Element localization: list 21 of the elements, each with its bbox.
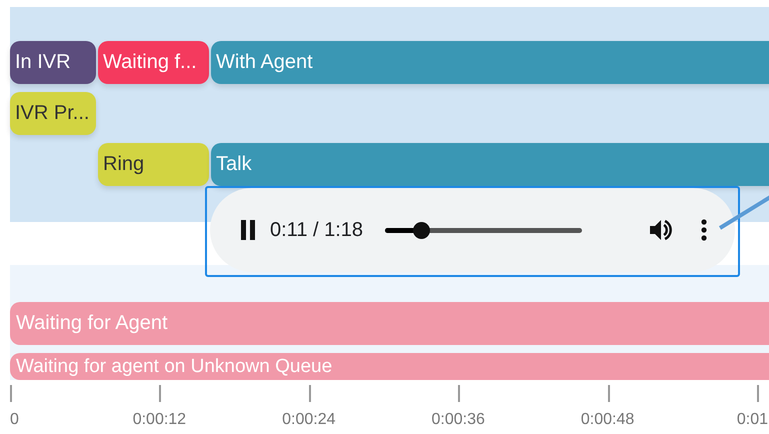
timeline-segment[interactable]: IVR Pr...: [10, 92, 96, 135]
volume-icon[interactable]: [649, 218, 673, 242]
seek-slider[interactable]: [385, 222, 582, 238]
timeline-segment[interactable]: With Agent: [211, 41, 769, 84]
timeline-segment[interactable]: Talk: [211, 143, 769, 186]
axis-label: 0:00:48: [580, 410, 634, 430]
axis-label: 0:00:36: [432, 410, 485, 430]
timeline-segment[interactable]: Waiting for agent on Unknown Queue: [10, 353, 769, 380]
axis-label: 0: [10, 410, 19, 430]
slider-thumb[interactable]: [412, 222, 430, 238]
time-display: 0:11 / 1:18: [270, 218, 364, 243]
more-options-icon[interactable]: [701, 219, 707, 241]
timeline-segment[interactable]: Waiting f...: [98, 41, 209, 84]
axis-label: 0:00:24: [282, 410, 336, 430]
timeline-segment[interactable]: Ring: [98, 143, 209, 186]
pause-icon[interactable]: [240, 220, 256, 240]
connector-line: [718, 194, 769, 230]
timeline-segment[interactable]: Waiting for Agent: [10, 302, 769, 345]
axis-label: 0:01: [736, 410, 768, 430]
timeline-segment[interactable]: In IVR: [10, 41, 96, 84]
axis-label: 0:00:12: [132, 410, 186, 430]
